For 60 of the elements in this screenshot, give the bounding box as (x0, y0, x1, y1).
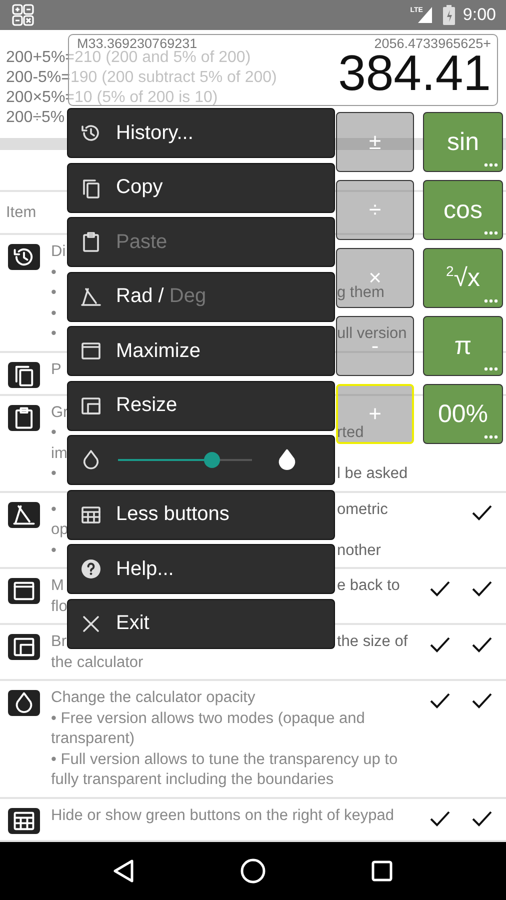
description-text: nother (337, 540, 381, 560)
description-text: Gr (51, 402, 68, 422)
description-text: im (51, 444, 68, 464)
description-text: the calculator (51, 652, 144, 672)
description-text: • Full version allows to tune the transparency up to fully transparent including the boundaries (51, 750, 399, 790)
more-icon (484, 299, 498, 303)
slider-thumb[interactable] (204, 452, 220, 468)
description-text: rted (337, 423, 364, 443)
more-icon (484, 435, 498, 439)
description-text: g them (337, 283, 384, 303)
description-text: • (51, 262, 56, 282)
app-icon (12, 4, 34, 26)
description-text: Change the calculator opacity (51, 688, 256, 708)
key-button[interactable]: ÷ (336, 180, 414, 240)
back-icon[interactable] (112, 859, 135, 883)
key-button[interactable]: π (423, 316, 503, 376)
description-text: l be asked (337, 464, 408, 484)
description-text: • (51, 464, 56, 484)
menu-item[interactable]: Exit (67, 598, 335, 648)
description-text: • (51, 500, 56, 520)
description-text: ull version (337, 324, 407, 344)
help-icon (79, 557, 103, 581)
key-button[interactable]: $^{2}$√x (423, 248, 503, 308)
menu-item[interactable]: History... (67, 108, 335, 158)
menu-item[interactable]: Less buttons (67, 490, 335, 540)
memory-value: M33.369230769231 (77, 36, 198, 51)
key-button[interactable]: ± (336, 112, 414, 172)
more-icon (484, 367, 498, 371)
key-button[interactable]: cos (423, 180, 503, 240)
battery-icon (442, 5, 455, 25)
description-text: P (51, 360, 62, 380)
description-text: • (51, 304, 56, 324)
description-text: Br (51, 632, 66, 652)
description-text: op (51, 520, 68, 540)
column-header: Item (6, 204, 36, 222)
description-text: the size of (337, 632, 408, 652)
menu-item[interactable]: Help... (67, 544, 335, 594)
recents-icon[interactable] (371, 860, 394, 882)
description-text: • (51, 423, 56, 443)
key-button[interactable]: 00% (423, 384, 503, 444)
description-text: • Free version allows two modes (opaque and transparent) (51, 708, 366, 749)
description-text: e back to (337, 576, 400, 596)
home-icon[interactable] (240, 858, 266, 884)
menu-item[interactable]: Rad / Deg (67, 272, 335, 322)
description-text: • (51, 283, 56, 303)
menu-item[interactable]: Copy (67, 162, 335, 212)
clock-time: 9:00 (462, 5, 496, 25)
description-text: flo (51, 596, 68, 616)
key-button[interactable]: sin (423, 112, 503, 172)
menu-item[interactable]: Maximize (67, 326, 335, 376)
description-text: Di (51, 242, 66, 262)
description-text: ometric (337, 500, 388, 520)
description-text: M (51, 576, 64, 596)
description-text: • (51, 324, 56, 344)
menu-item[interactable]: Resize (67, 380, 335, 430)
more-icon (484, 163, 498, 167)
description-text: Hide or show green buttons on the right of keypad (51, 806, 395, 826)
example-line: 200÷5% (6, 108, 65, 128)
description-text: • (51, 540, 56, 560)
more-icon (484, 231, 498, 235)
